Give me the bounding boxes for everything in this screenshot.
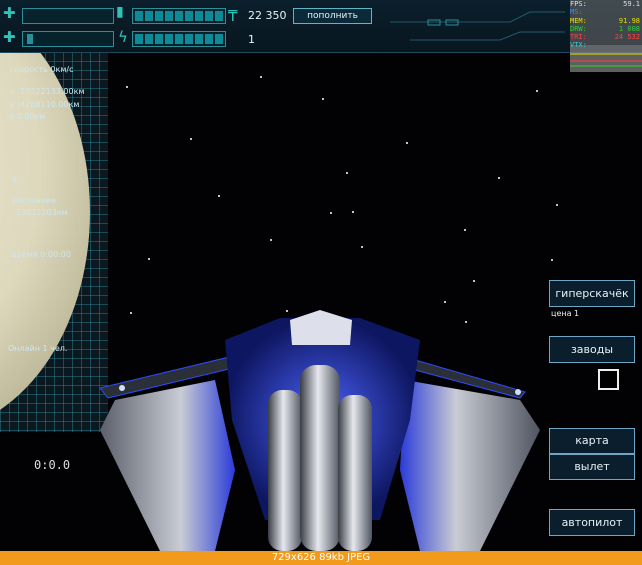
credits-value: 22 350	[248, 9, 287, 22]
right-engine	[338, 395, 372, 551]
center-engine	[300, 365, 340, 551]
fuel-bar	[132, 8, 226, 24]
stat-fps: FPS: 59.1	[570, 0, 640, 8]
stat-drw: DRW: 1 008	[570, 24, 640, 33]
energy-value: 1	[248, 33, 255, 46]
image-info-footer: 729x626 89kb JPEG	[0, 551, 642, 565]
right-light	[515, 389, 521, 395]
game-viewport[interactable]: скорость 0км/с x -13222133.00км y -42681…	[0, 0, 642, 551]
left-engine	[268, 390, 302, 551]
stat-tri: TRI: 24 532	[570, 33, 640, 42]
perf-graph	[570, 45, 642, 72]
canopy	[290, 310, 352, 345]
map-button[interactable]: карта	[549, 428, 635, 454]
shield-icon: ✚	[3, 28, 16, 46]
hud-topbar: ✚ ▮ ₸ 22 350 пополнить ✚ ϟ 1	[0, 0, 642, 53]
health-plus-icon: ✚	[3, 4, 16, 22]
energy-bar	[132, 31, 226, 47]
health-bar	[22, 8, 114, 24]
option-checkbox[interactable]	[598, 369, 619, 390]
left-light	[119, 385, 125, 391]
left-wing	[100, 380, 235, 551]
shield-bar	[22, 31, 114, 47]
hyperjump-button[interactable]: гиперскачёк	[549, 280, 635, 307]
energy-bolt-icon: ϟ	[118, 28, 128, 46]
departure-button[interactable]: вылет	[549, 454, 635, 480]
refill-button[interactable]: пополнить	[293, 8, 372, 24]
stat-mem: MEM: 91.98	[570, 16, 640, 25]
game-timer: 0:0.0	[34, 458, 71, 472]
perf-stats-panel: FPS: 59.1 MS: MEM: 91.98 DRW: 1 008 TRI: 24 …	[570, 0, 642, 72]
fuel-canister-icon: ▮	[116, 4, 124, 20]
hyperjump-price: цена 1	[551, 309, 580, 318]
factories-button[interactable]: заводы	[549, 336, 635, 363]
stat-ms: MS:	[570, 8, 583, 17]
hud-decoration	[390, 11, 565, 41]
autopilot-button[interactable]: автопилот	[549, 509, 635, 536]
spaceship	[99, 310, 540, 551]
right-wing	[400, 380, 540, 551]
tenge-icon: ₸	[228, 7, 238, 25]
